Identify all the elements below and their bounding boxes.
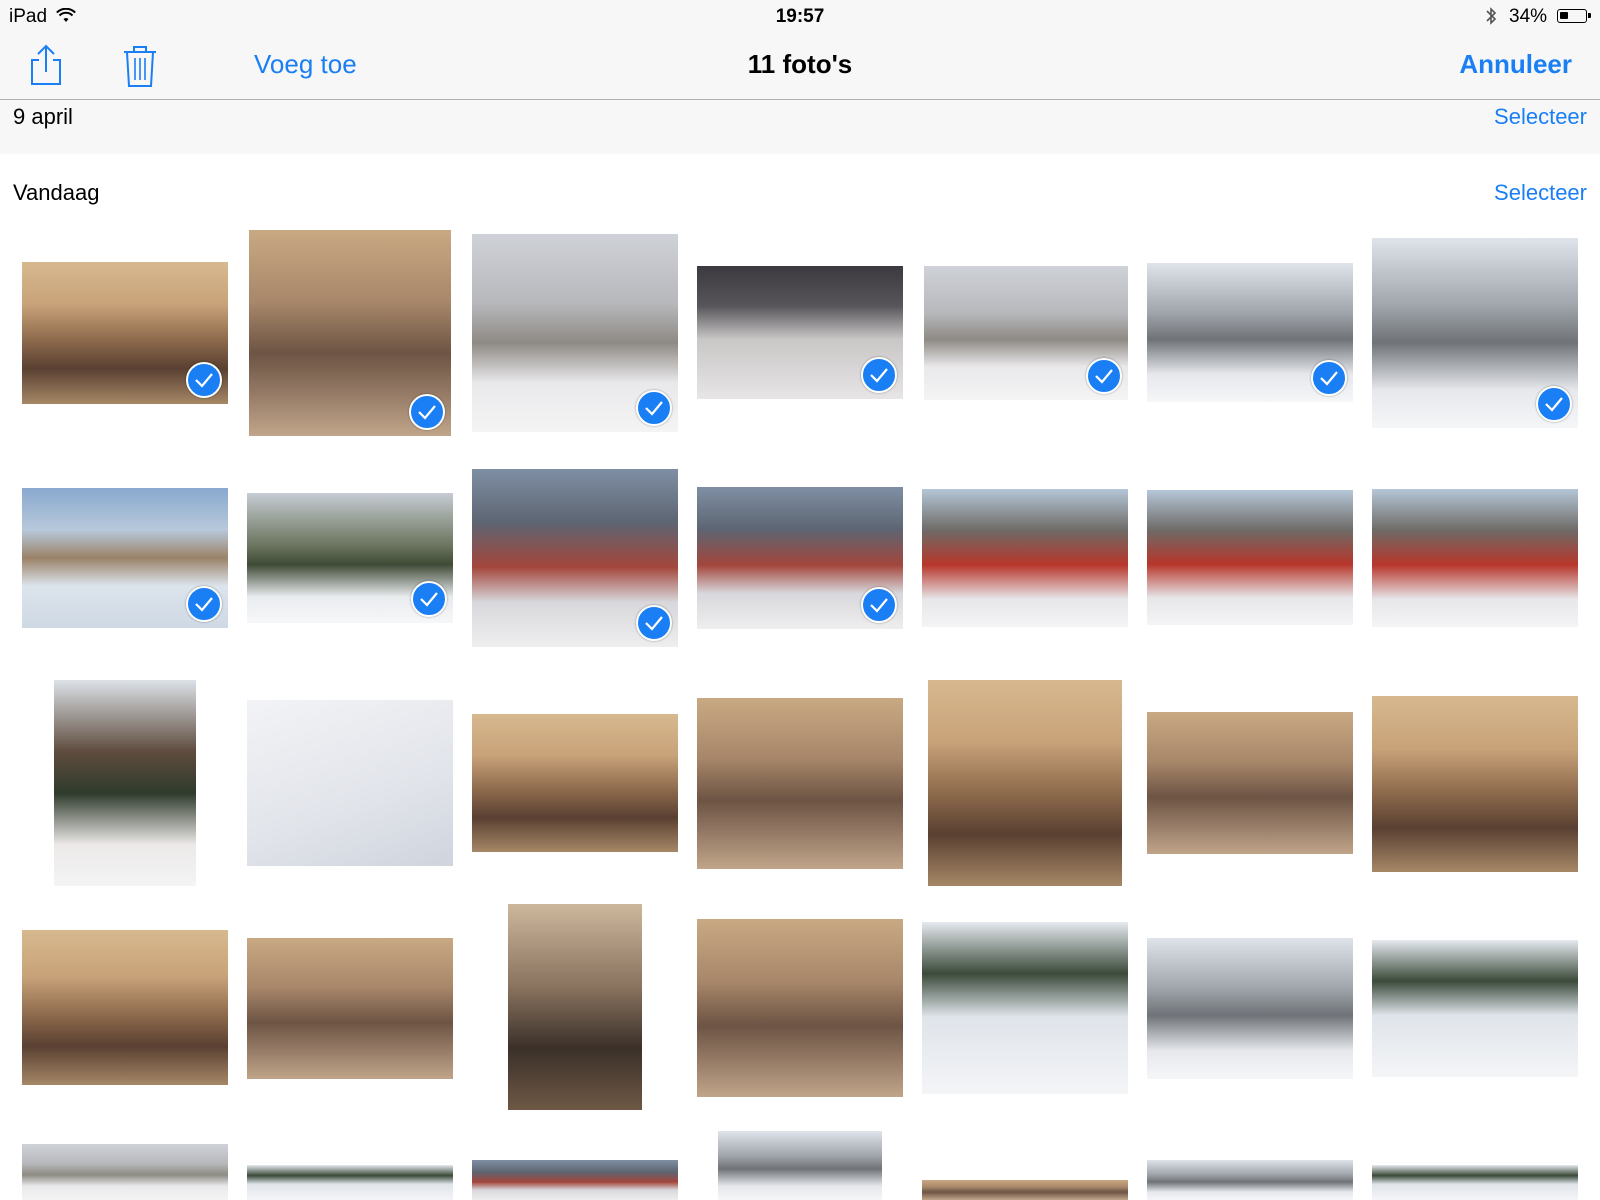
photo-thumbnail[interactable] — [472, 469, 678, 647]
photo-thumbnail[interactable] — [22, 262, 228, 404]
photo-thumbnail[interactable] — [247, 1165, 453, 1200]
photo-thumbnail[interactable] — [22, 488, 228, 628]
select-button[interactable]: Selecteer — [1494, 104, 1587, 130]
photo-thumbnail[interactable] — [22, 930, 228, 1085]
photo-thumbnail[interactable] — [1147, 1160, 1353, 1200]
trash-icon — [124, 46, 156, 87]
selection-title: 11 foto's — [747, 49, 853, 79]
bluetooth-icon — [1484, 6, 1498, 32]
selected-checkmark-icon — [861, 587, 897, 623]
photo-thumbnail[interactable] — [508, 904, 642, 1110]
selected-checkmark-icon — [1536, 386, 1572, 422]
share-button[interactable] — [24, 42, 68, 88]
photo-thumbnail[interactable] — [472, 714, 678, 852]
clock: 19:57 — [775, 6, 825, 27]
section-title: 9 april — [13, 104, 73, 129]
navigation-bar: Voeg toe 11 foto's Annuleer — [0, 32, 1600, 100]
photo-thumbnail[interactable] — [1147, 490, 1353, 625]
selected-checkmark-icon — [861, 357, 897, 393]
photo-thumbnail[interactable] — [922, 1180, 1128, 1200]
photo-thumbnail[interactable] — [928, 680, 1122, 886]
battery-fill — [1560, 12, 1568, 19]
photo-thumbnail[interactable] — [247, 938, 453, 1079]
photo-thumbnail[interactable] — [1147, 263, 1353, 402]
photo-thumbnail[interactable] — [922, 922, 1128, 1094]
section-title: Vandaag — [13, 180, 100, 205]
delete-button[interactable] — [118, 42, 162, 88]
photo-thumbnail[interactable] — [54, 680, 196, 886]
selected-checkmark-icon — [636, 390, 672, 426]
photo-thumbnail[interactable] — [697, 266, 903, 399]
share-icon — [31, 44, 61, 85]
photo-thumbnail[interactable] — [1147, 712, 1353, 854]
cancel-button[interactable]: Annuleer — [1459, 49, 1572, 80]
photo-thumbnail[interactable] — [472, 1160, 678, 1200]
photo-thumbnail[interactable] — [697, 487, 903, 629]
photo-thumbnail[interactable] — [718, 1131, 882, 1200]
selected-checkmark-icon — [636, 605, 672, 641]
selected-checkmark-icon — [186, 362, 222, 398]
add-to-button[interactable]: Voeg toe — [254, 49, 357, 80]
section-header-previous: 9 april Selecteer — [0, 100, 1600, 154]
photo-thumbnail[interactable] — [1372, 1165, 1578, 1200]
photo-thumbnail[interactable] — [922, 489, 1128, 627]
photo-thumbnail[interactable] — [1372, 940, 1578, 1077]
status-bar: iPad 19:57 34% — [0, 0, 1600, 32]
photo-thumbnail[interactable] — [1147, 938, 1353, 1079]
selected-checkmark-icon — [411, 581, 447, 617]
photo-thumbnail[interactable] — [1372, 489, 1578, 627]
photo-thumbnail[interactable] — [472, 234, 678, 432]
photo-thumbnail[interactable] — [697, 919, 903, 1097]
photo-thumbnail[interactable] — [249, 230, 451, 436]
photo-thumbnail[interactable] — [22, 1144, 228, 1200]
photo-thumbnail[interactable] — [1372, 238, 1578, 428]
photo-thumbnail[interactable] — [247, 493, 453, 623]
photo-thumbnail[interactable] — [697, 698, 903, 869]
selected-checkmark-icon — [1086, 358, 1122, 394]
photo-thumbnail[interactable] — [1372, 696, 1578, 872]
select-button[interactable]: Selecteer — [1494, 180, 1587, 206]
battery-percent: 34% — [1509, 6, 1548, 27]
battery-nub — [1588, 13, 1591, 18]
photo-thumbnail[interactable] — [247, 700, 453, 866]
photo-thumbnail[interactable] — [924, 266, 1128, 400]
selected-checkmark-icon — [186, 586, 222, 622]
selected-checkmark-icon — [1311, 360, 1347, 396]
selected-checkmark-icon — [409, 394, 445, 430]
battery-icon — [1557, 9, 1591, 23]
